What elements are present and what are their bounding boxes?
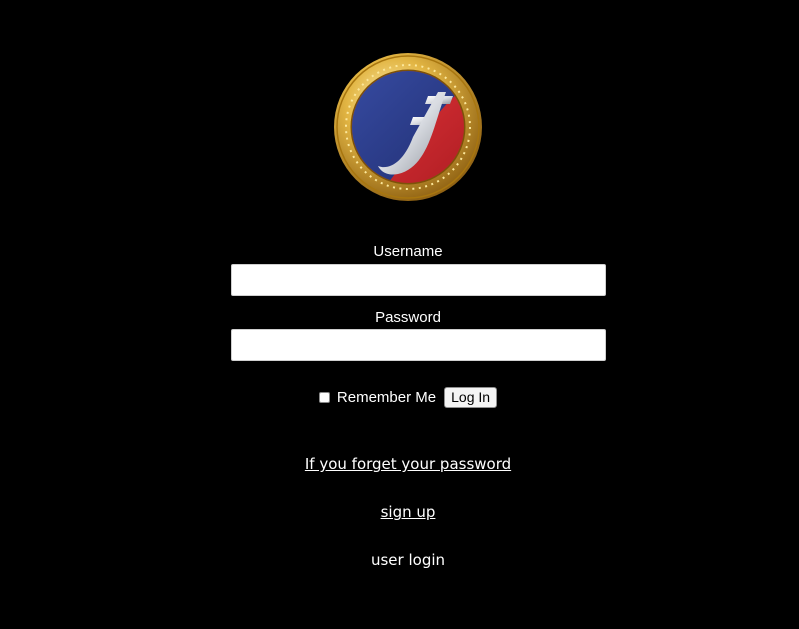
- remember-me-label: Remember Me: [336, 388, 437, 406]
- password-label: Password: [375, 309, 441, 326]
- username-input[interactable]: [231, 264, 606, 296]
- login-button[interactable]: Log In: [444, 386, 498, 408]
- coin-logo-icon: [334, 53, 482, 201]
- remember-row: Remember Me Log In: [0, 385, 799, 409]
- password-input[interactable]: [231, 329, 606, 361]
- username-label: Username: [373, 243, 443, 260]
- forgot-password-link[interactable]: If you forget your password: [0, 454, 799, 474]
- sign-up-link[interactable]: sign up: [0, 502, 799, 522]
- remember-me-checkbox[interactable]: [318, 391, 330, 403]
- user-login-link[interactable]: user login: [0, 550, 799, 570]
